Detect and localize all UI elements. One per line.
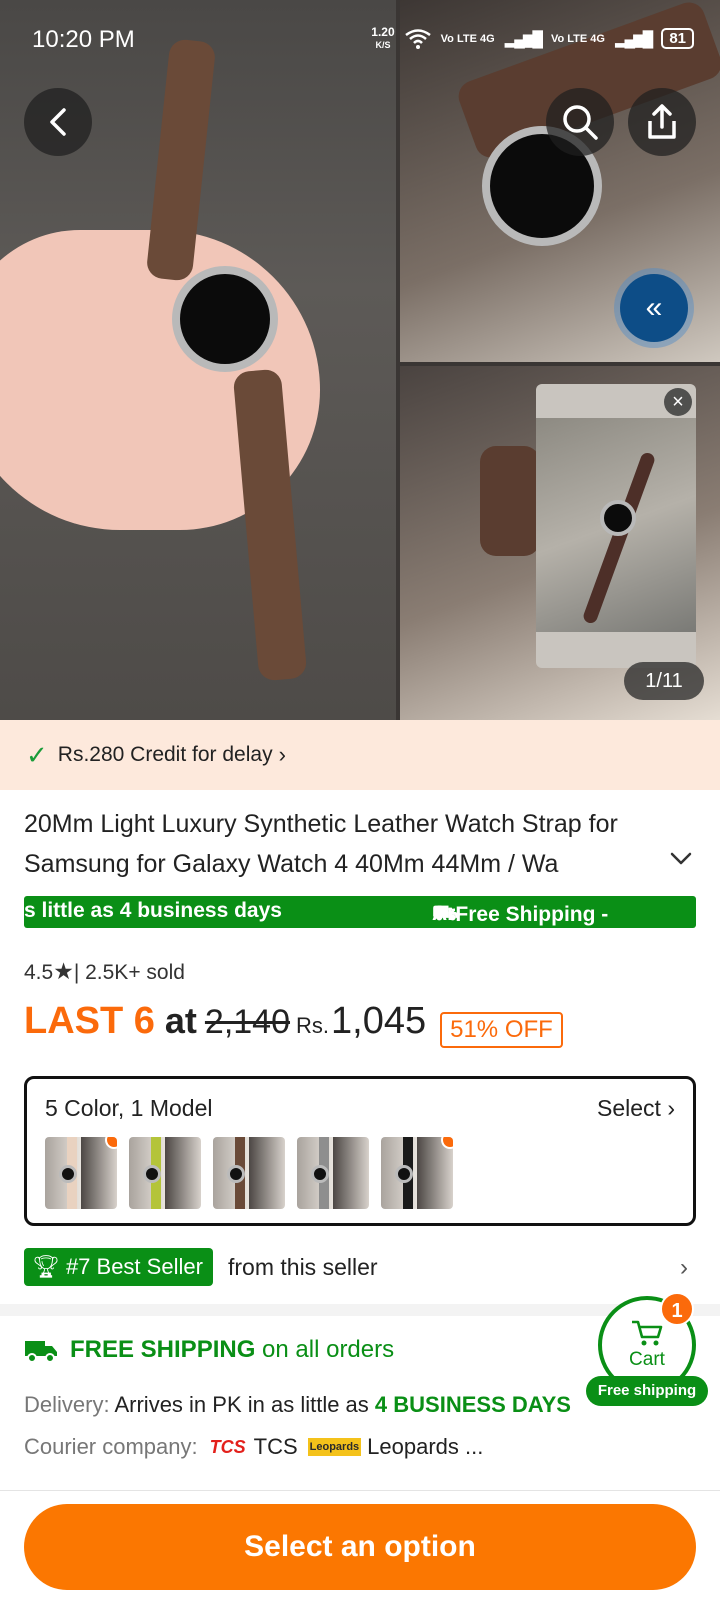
- watch-graphic: [172, 266, 278, 372]
- variant-thumb-3[interactable]: [213, 1137, 285, 1209]
- video-watch-graphic: [600, 500, 636, 536]
- sale-price: 1,045: [331, 1000, 427, 1042]
- at-label: at: [164, 1000, 197, 1041]
- cart-icon: [632, 1320, 663, 1346]
- price-row: LAST 6 at 2,140 Rs. 1,045 51% OFF: [24, 1000, 563, 1060]
- variant-thumbnails: [45, 1137, 453, 1209]
- best-seller-suffix[interactable]: from this seller: [228, 1254, 378, 1281]
- select-option-button[interactable]: Select an option: [24, 1504, 696, 1590]
- signal-1: Vo LTE 4G: [440, 32, 495, 45]
- delivery-days: 4 BUSINESS DAYS: [374, 1392, 571, 1417]
- signal-bars-1-icon: ▂▄▆█: [504, 30, 543, 48]
- trophy-icon: 🏆︎: [32, 1254, 60, 1279]
- hot-badge-icon: [105, 1137, 117, 1149]
- variant-selector[interactable]: 5 Color, 1 Model Select ›: [24, 1076, 696, 1226]
- cart-free-shipping-label: Free shipping: [586, 1376, 708, 1406]
- delivery-label: Delivery:: [24, 1392, 110, 1417]
- title-fade: [560, 844, 660, 884]
- variant-thumb-5[interactable]: [381, 1137, 453, 1209]
- variant-thumb-4[interactable]: [297, 1137, 369, 1209]
- variant-thumb-2[interactable]: [129, 1137, 201, 1209]
- discount-badge: 51% OFF: [440, 1012, 563, 1048]
- status-icons: 1.20 K/S Vo LTE 4G ▂▄▆█ Vo LTE 4G ▂▄▆█ 8…: [371, 26, 694, 51]
- stock-label: LAST 6: [24, 1000, 155, 1042]
- delivery-text: Arrives in PK in as little as: [114, 1392, 369, 1417]
- close-video-icon[interactable]: ×: [664, 388, 692, 416]
- free-shipping-row[interactable]: FREE SHIPPING on all orders: [24, 1336, 394, 1364]
- double-chevron-left-icon: «: [645, 291, 663, 324]
- shipping-truck-icon: [25, 1341, 57, 1363]
- star-icon: ★: [53, 958, 74, 984]
- back-button[interactable]: [24, 88, 92, 156]
- variant-thumb-1[interactable]: [45, 1137, 117, 1209]
- variant-summary: 5 Color, 1 Model: [45, 1095, 213, 1121]
- collapse-button[interactable]: «: [620, 274, 688, 342]
- thumb-watch: [143, 1165, 161, 1183]
- thumb-watch: [227, 1165, 245, 1183]
- bottom-divider: [0, 1490, 720, 1491]
- delivery-row: Delivery: Arrives in PK in as little as …: [24, 1392, 571, 1418]
- courier-leopards: Leopards ...: [367, 1434, 484, 1459]
- marquee-left-text: s little as 4 business days: [24, 899, 282, 922]
- share-icon: [648, 104, 676, 139]
- video-preview[interactable]: ×: [536, 384, 696, 668]
- credit-banner[interactable]: ✓ Rs.280 Credit for delay ›: [0, 720, 720, 790]
- shipping-marquee: s little as 4 business days ✓ Free Shipp…: [24, 896, 696, 928]
- wifi-icon: [404, 28, 431, 49]
- check-icon: ✓: [26, 739, 48, 770]
- share-button[interactable]: [628, 88, 696, 156]
- free-shipping-bold: FREE SHIPPING: [70, 1336, 256, 1363]
- variant-select-link[interactable]: Select ›: [597, 1095, 675, 1122]
- cart-count-badge: 1: [660, 1292, 694, 1326]
- status-time: 10:20 PM: [32, 26, 135, 53]
- courier-tcs: TCS: [253, 1434, 298, 1459]
- battery-indicator: 81: [661, 28, 694, 49]
- video-strap-graphic: [581, 451, 657, 625]
- hot-badge-icon: [441, 1137, 453, 1149]
- courier-row: Courier company: TCS TCS Leopards Leopar…: [24, 1434, 483, 1460]
- thumb-watch: [311, 1165, 329, 1183]
- free-shipping-rest: on all orders: [262, 1336, 395, 1363]
- back-arrow-icon: [50, 108, 66, 136]
- search-icon: [563, 105, 598, 140]
- credit-text: Rs.280 Credit for delay: [57, 743, 273, 766]
- original-price: 2,140: [204, 1003, 291, 1041]
- rating-value: 4.5: [24, 961, 54, 984]
- thumb-watch: [59, 1165, 77, 1183]
- chevron-right-icon[interactable]: ›: [680, 1254, 688, 1282]
- sold-count: | 2.5K+ sold: [73, 961, 185, 984]
- signal-bars-2-icon: ▂▄▆█: [614, 30, 653, 48]
- thumb-watch: [395, 1165, 413, 1183]
- tcs-logo-icon: TCS: [209, 1436, 246, 1457]
- image-counter: 1/11: [624, 662, 704, 700]
- leopards-logo-icon: Leopards: [307, 1438, 362, 1456]
- currency-label: Rs.: [296, 1013, 330, 1038]
- rating-row[interactable]: 4.5★| 2.5K+ sold: [24, 958, 185, 985]
- status-bar: 10:20 PM 1.20 K/S Vo LTE 4G ▂▄▆█ Vo LTE …: [0, 0, 720, 80]
- signal-2: Vo LTE 4G: [550, 32, 605, 45]
- search-button[interactable]: [546, 88, 614, 156]
- net-speed: 1.20 K/S: [371, 25, 395, 50]
- expand-title-chevron-icon[interactable]: [670, 846, 692, 872]
- best-seller-badge[interactable]: 🏆︎ #7 Best Seller: [24, 1248, 213, 1286]
- courier-label: Courier company:: [24, 1434, 198, 1459]
- chevron-right-icon: ›: [278, 742, 286, 767]
- chevron-right-icon: ›: [667, 1095, 675, 1121]
- cart-label: Cart: [629, 1349, 665, 1370]
- strap-graphic-detail: [480, 446, 540, 556]
- video-thumbnail[interactable]: [536, 418, 696, 632]
